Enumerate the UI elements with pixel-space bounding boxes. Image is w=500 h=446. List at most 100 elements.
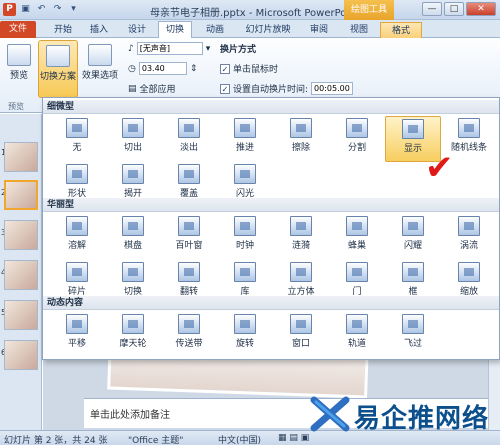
transition-thumbnail-icon (122, 314, 144, 334)
ribbon-tab-row: 文件 开始 插入 设计 切换 动画 幻灯片放映 审阅 视图 格式 (0, 20, 500, 39)
tab-review[interactable]: 审阅 (304, 22, 334, 38)
duration-spinner[interactable]: ⇕ (190, 64, 198, 74)
transition-item[interactable]: 飞过 (385, 312, 441, 358)
transition-item[interactable]: 切出 (105, 116, 161, 162)
transition-thumbnail-icon (290, 262, 312, 282)
slide-thumbnail[interactable] (4, 260, 38, 290)
auto-time-row: ✓ 设置自动换片时间: (220, 82, 354, 95)
transition-label: 时钟 (235, 241, 254, 251)
transition-thumbnail-icon (66, 216, 88, 236)
duration-input[interactable] (138, 62, 187, 75)
transition-item[interactable]: 无 (49, 116, 105, 162)
transition-item[interactable]: 涟漪 (273, 214, 329, 260)
transition-scheme-button[interactable]: 切换方案 (38, 40, 78, 98)
sound-select[interactable] (136, 42, 203, 55)
transition-thumbnail-icon (290, 118, 312, 138)
transition-item[interactable]: 窗口 (273, 312, 329, 358)
transition-thumbnail-icon (346, 262, 368, 282)
transition-thumbnail-icon (402, 119, 424, 139)
on-click-checkbox[interactable]: ✓ (220, 63, 230, 74)
transition-item[interactable]: 棋盘 (105, 214, 161, 260)
tab-insert[interactable]: 插入 (84, 22, 114, 38)
transition-thumbnail-icon (458, 216, 480, 236)
slide-thumbnail-panel[interactable]: 1 2 3 4 5 6 (0, 114, 42, 430)
auto-time-checkbox[interactable]: ✓ (220, 83, 230, 94)
transition-item[interactable]: 轨道 (329, 312, 385, 358)
powerpoint-logo-icon[interactable]: P (3, 3, 16, 16)
transition-item[interactable]: 蜂巢 (329, 214, 385, 260)
tab-file[interactable]: 文件 (0, 21, 36, 38)
transition-thumbnail-icon (458, 262, 480, 282)
tab-format[interactable]: 格式 (380, 22, 422, 38)
tab-transitions[interactable]: 切换 (158, 21, 192, 39)
transition-gallery: 细微型 无切出 淡出 推进 擦除 分割 显示 随机线条 形状 揭开 覆盖 闪光 华丽型 溶解 棋盘 百叶… (42, 97, 500, 360)
transition-thumbnail-icon (66, 314, 88, 334)
transition-item[interactable]: 分割 (329, 116, 385, 162)
transition-thumbnail-icon (178, 314, 200, 334)
chevron-down-icon[interactable]: ▾ (206, 44, 211, 54)
transition-label: 平移 (67, 339, 86, 349)
transition-label: 旋转 (235, 339, 254, 349)
effect-options-button[interactable]: 效果选项 (80, 44, 120, 81)
transition-thumbnail-icon (66, 118, 88, 138)
transition-thumbnail-icon (290, 314, 312, 334)
transition-label: 传送带 (175, 339, 203, 349)
transition-item[interactable]: 时钟 (217, 214, 273, 260)
transition-item[interactable]: 涡流 (441, 214, 497, 260)
transition-thumbnail-icon (346, 118, 368, 138)
transition-item[interactable]: 摩天轮 (105, 312, 161, 358)
transition-thumbnail-icon (346, 216, 368, 236)
tab-home[interactable]: 开始 (48, 22, 78, 38)
slide-thumbnail[interactable] (4, 142, 38, 172)
transition-label: 轨道 (347, 339, 366, 349)
transition-item[interactable]: 推进 (217, 116, 273, 162)
slide-thumbnail-selected[interactable] (4, 180, 38, 210)
transition-thumbnail-icon (458, 118, 480, 138)
view-buttons[interactable]: ▦ ▤ ▣ (278, 433, 309, 443)
slide-info: 幻灯片 第 2 张，共 24 张 (4, 436, 108, 446)
tab-slideshow[interactable]: 幻灯片放映 (238, 22, 298, 38)
undo-icon[interactable]: ↶ (35, 3, 48, 16)
red-checkmark-icon: ✔ (425, 148, 454, 188)
redo-icon[interactable]: ↷ (51, 3, 64, 16)
sound-row: ♪ ▾ (128, 42, 210, 55)
transition-thumbnail-icon (346, 314, 368, 334)
minimize-button[interactable]: — (422, 2, 442, 16)
sound-icon: ♪ (128, 43, 134, 54)
transition-thumbnail-icon (66, 164, 88, 184)
watermark-x-icon (310, 396, 350, 432)
transition-item[interactable]: 淡出 (161, 116, 217, 162)
transition-item[interactable]: 百叶窗 (161, 214, 217, 260)
close-button[interactable]: ✕ (466, 2, 496, 16)
transition-item[interactable]: 闪耀 (385, 214, 441, 260)
slide-thumbnail[interactable] (4, 300, 38, 330)
transition-item[interactable]: 平移 (49, 312, 105, 358)
transition-thumbnail-icon (122, 164, 144, 184)
apply-all-button[interactable]: ▤ 全部应用 (128, 82, 176, 96)
transition-item[interactable]: 溶解 (49, 214, 105, 260)
tab-design[interactable]: 设计 (122, 22, 152, 38)
auto-time-input[interactable] (311, 82, 354, 95)
window-title: 母亲节电子相册.pptx - Microsoft PowerPoint (150, 8, 360, 19)
slide-thumbnail[interactable] (4, 220, 38, 250)
preview-button[interactable]: 预览 (4, 44, 34, 81)
transition-label: 闪耀 (403, 241, 422, 251)
switch-mode-label: 换片方式 (220, 45, 257, 55)
transition-item[interactable]: 擦除 (273, 116, 329, 162)
transition-thumbnail-icon (234, 314, 256, 334)
theme-name: "Office 主题" (128, 436, 184, 446)
transition-label: 窗口 (291, 339, 310, 349)
transition-item[interactable]: 旋转 (217, 312, 273, 358)
tab-view[interactable]: 视图 (344, 22, 374, 38)
title-bar: P ▣ ↶ ↷ ▾ 母亲节电子相册.pptx - Microsoft Power… (0, 0, 500, 20)
save-icon[interactable]: ▣ (19, 3, 32, 16)
tab-animations[interactable]: 动画 (200, 22, 230, 38)
maximize-button[interactable]: □ (444, 2, 464, 16)
transition-label: 溶解 (67, 241, 86, 251)
customize-qat-icon[interactable]: ▾ (67, 3, 80, 16)
drawing-tools-context-tab: 绘图工具 (344, 0, 394, 20)
slide-thumbnail[interactable] (4, 340, 38, 370)
transition-item[interactable]: 传送带 (161, 312, 217, 358)
transition-label: 淡出 (179, 143, 198, 153)
transition-thumbnail-icon (122, 118, 144, 138)
